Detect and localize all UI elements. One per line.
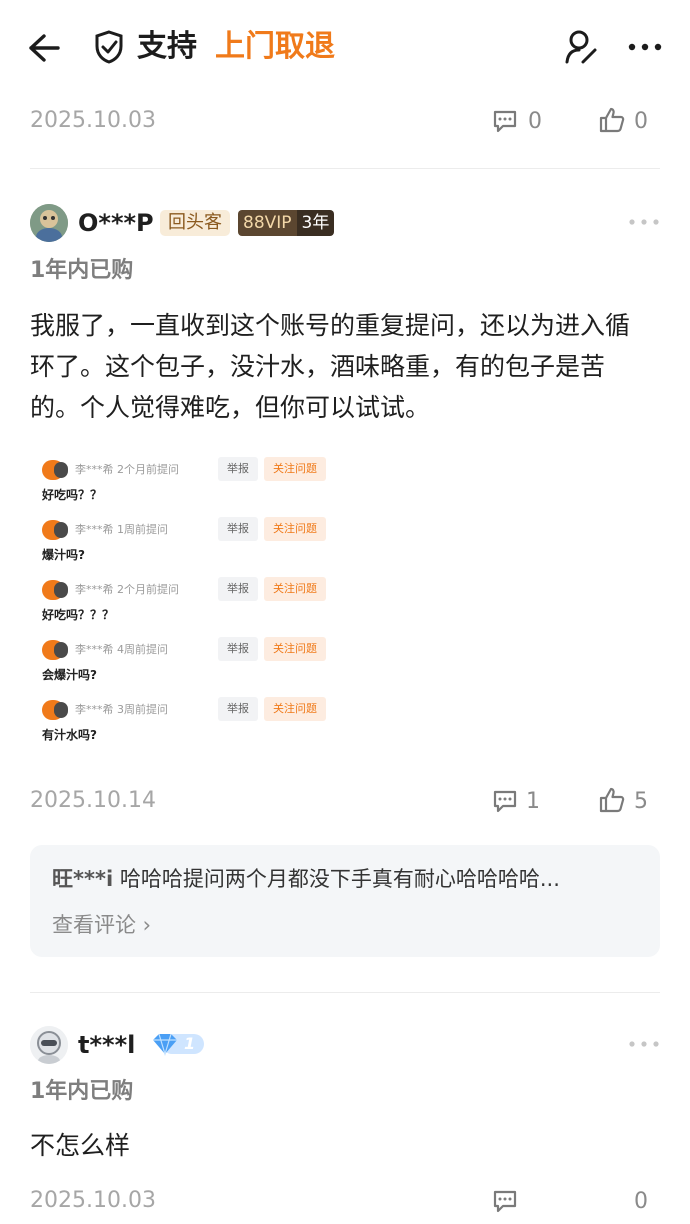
- top-comment-box[interactable]: 旺***i 哈哈哈提问两个月都没下手真有耐心哈哈哈哈... 查看评论 ›: [30, 845, 660, 957]
- review-text: 不怎么样: [30, 1131, 131, 1160]
- follow-question-button[interactable]: 关注问题: [264, 577, 326, 601]
- question-text: 好吃吗？？？: [42, 608, 115, 622]
- review-image[interactable]: 李***希 2个月前提问 举报 关注问题 好吃吗？？ 李***希 1周前提问 举报 关注问题…: [42, 456, 342, 754]
- like-count: 0: [634, 109, 648, 134]
- comment-user[interactable]: 旺***i: [52, 867, 113, 891]
- diamond-icon: [150, 1031, 180, 1057]
- follow-question-button[interactable]: 关注问题: [264, 457, 326, 481]
- purchase-info: 1年内已购: [30, 258, 134, 283]
- user-edit-icon[interactable]: [560, 26, 602, 68]
- more-icon[interactable]: [628, 212, 660, 232]
- divider: [30, 992, 660, 993]
- divider: [30, 168, 660, 169]
- follow-question-button[interactable]: 关注问题: [264, 517, 326, 541]
- ask-time: 1周前提问: [117, 523, 168, 536]
- avatar[interactable]: [30, 1026, 68, 1064]
- vip-years: 3年: [296, 210, 335, 236]
- report-button[interactable]: 举报: [218, 637, 258, 661]
- avatar: [54, 642, 68, 658]
- report-button[interactable]: 举报: [218, 457, 258, 481]
- question-header: 李***希 2个月前提问 举报 关注问题: [42, 577, 342, 603]
- thumb-up-icon[interactable]: [597, 105, 627, 135]
- vip-badge: 88VIP 3年: [238, 210, 335, 236]
- asker-info: 李***希 2个月前提问: [75, 577, 179, 603]
- ask-time: 4周前提问: [117, 643, 168, 656]
- comment-text: 哈哈哈提问两个月都没下手真有耐心哈哈哈哈...: [119, 867, 560, 891]
- report-button[interactable]: 举报: [218, 697, 258, 721]
- reviewer-name[interactable]: t***l: [78, 1029, 135, 1061]
- vip-label: 88VIP: [238, 210, 297, 236]
- report-button[interactable]: 举报: [218, 517, 258, 541]
- purchase-info: 1年内已购: [30, 1079, 134, 1104]
- follow-question-button[interactable]: 关注问题: [264, 697, 326, 721]
- avatar[interactable]: [30, 204, 68, 242]
- question-text: 好吃吗？？: [42, 488, 103, 502]
- comment-icon[interactable]: [490, 1186, 520, 1216]
- review-text: 我服了，一直收到这个账号的重复提问，还以为进入循环了。这个包子，没汁水，酒味略重…: [30, 311, 631, 422]
- ask-time: 2个月前提问: [117, 463, 179, 476]
- asker-name: 李***希: [75, 643, 114, 656]
- question-header: 李***希 4周前提问 举报 关注问题: [42, 637, 342, 663]
- like-count: 5: [634, 789, 648, 814]
- level-number: 1: [184, 1034, 196, 1053]
- view-comments-link[interactable]: 查看评论 ›: [52, 910, 151, 940]
- header-title: 支持: [137, 29, 197, 64]
- comment-count: 0: [528, 109, 542, 134]
- question-header: 李***希 2个月前提问 举报 关注问题: [42, 457, 342, 483]
- top-comment: 旺***i 哈哈哈提问两个月都没下手真有耐心哈哈哈哈...: [52, 864, 642, 894]
- level-badge: 1: [150, 1031, 206, 1057]
- ask-time: 3周前提问: [117, 703, 168, 716]
- more-icon[interactable]: [628, 1034, 660, 1054]
- comment-icon[interactable]: [490, 786, 520, 816]
- question-text: 会爆汁吗?: [42, 668, 97, 682]
- asker-name: 李***希: [75, 523, 114, 536]
- shield-check-icon: [90, 27, 128, 67]
- follow-question-button[interactable]: 关注问题: [264, 637, 326, 661]
- ask-time: 2个月前提问: [117, 583, 179, 596]
- asker-info: 李***希 4周前提问: [75, 637, 168, 663]
- avatar: [54, 702, 68, 718]
- header-subtitle[interactable]: 上门取退: [215, 27, 335, 67]
- comment-count: 0: [634, 1189, 648, 1214]
- asker-name: 李***希: [75, 703, 114, 716]
- question-header: 李***希 3周前提问 举报 关注问题: [42, 697, 342, 723]
- avatar: [54, 522, 68, 538]
- asker-name: 李***希: [75, 463, 114, 476]
- reviewer-name[interactable]: O***P: [78, 207, 154, 239]
- back-arrow-icon[interactable]: [24, 28, 64, 68]
- question-header: 李***希 1周前提问 举报 关注问题: [42, 517, 342, 543]
- repeat-customer-badge: 回头客: [160, 210, 230, 236]
- review-date: 2025.10.03: [30, 1188, 156, 1213]
- comment-count: 1: [526, 789, 540, 814]
- question-text: 有汁水吗?: [42, 728, 97, 742]
- asker-info: 李***希 3周前提问: [75, 697, 168, 723]
- asker-info: 李***希 1周前提问: [75, 517, 168, 543]
- review-date: 2025.10.03: [30, 108, 156, 133]
- thumb-up-icon[interactable]: [597, 785, 627, 815]
- avatar: [54, 582, 68, 598]
- avatar: [54, 462, 68, 478]
- review-date: 2025.10.14: [30, 788, 156, 813]
- asker-name: 李***希: [75, 583, 114, 596]
- more-icon[interactable]: [625, 30, 665, 64]
- comment-icon[interactable]: [490, 106, 520, 136]
- question-text: 爆汁吗?: [42, 548, 85, 562]
- asker-info: 李***希 2个月前提问: [75, 457, 179, 483]
- report-button[interactable]: 举报: [218, 577, 258, 601]
